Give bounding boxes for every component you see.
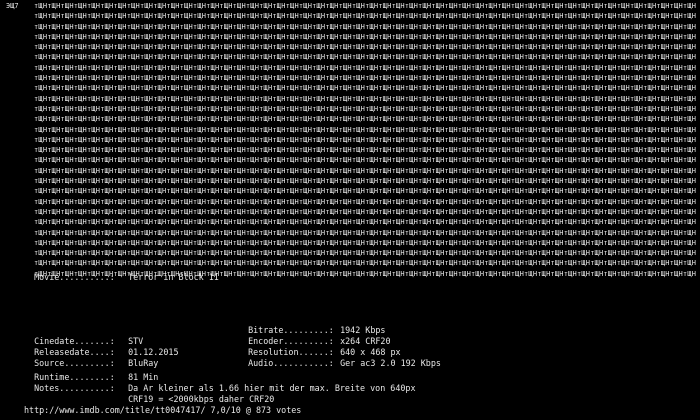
ascii-art-row: тЩНтЩНтЩНтЩНтЩНтЩНтЩНтЩНтЩНтЩНтЩНтЩНтЩНт… xyxy=(34,104,696,113)
ascii-art-line: тЩНтЩНтЩНтЩНтЩНтЩНтЩНтЩНтЩНтЩНтЩНтЩНтЩНт… xyxy=(6,12,696,21)
ascii-art-line: тЩНтЩНтЩНтЩНтЩНтЩНтЩНтЩНтЩНтЩНтЩНтЩНтЩНт… xyxy=(6,239,696,248)
ascii-art-line: тЩНтЩНтЩНтЩНтЩНтЩНтЩНтЩНтЩНтЩНтЩНтЩНтЩНт… xyxy=(6,198,696,207)
ascii-art-row: тЩНтЩНтЩНтЩНтЩНтЩНтЩНтЩНтЩНтЩНтЩНтЩНтЩНт… xyxy=(34,249,696,258)
ascii-art-row: тЩНтЩНтЩНтЩНтЩНтЩНтЩНтЩНтЩНтЩНтЩНтЩНтЩНт… xyxy=(34,2,696,10)
ascii-art-row: тЩНтЩНтЩНтЩНтЩНтЩНтЩНтЩНтЩНтЩНтЩНтЩНтЩНт… xyxy=(34,177,696,186)
ascii-art-row: тЩНтЩНтЩНтЩНтЩНтЩНтЩНтЩНтЩНтЩНтЩНтЩНтЩНт… xyxy=(34,238,696,247)
ascii-art-row: тЩНтЩНтЩНтЩНтЩНтЩНтЩНтЩНтЩНтЩНтЩНтЩНтЩНт… xyxy=(34,228,696,237)
ascii-art-row: тЩНтЩНтЩНтЩНтЩНтЩНтЩНтЩНтЩНтЩНтЩНтЩНтЩНт… xyxy=(34,43,696,52)
movie-value: Terror in Block 11 xyxy=(128,271,219,282)
ascii-art-prefix: ЭЩ7 xyxy=(6,2,19,11)
ascii-art-line: тЩНтЩНтЩНтЩНтЩНтЩНтЩНтЩНтЩНтЩНтЩНтЩНтЩНт… xyxy=(6,249,696,258)
ascii-art-row: тЩНтЩНтЩНтЩНтЩНтЩНтЩНтЩНтЩНтЩНтЩНтЩНтЩНт… xyxy=(34,12,696,21)
ascii-art-row: тЩНтЩНтЩНтЩНтЩНтЩНтЩНтЩНтЩНтЩНтЩНтЩНтЩНт… xyxy=(34,207,696,216)
ascii-art-row: тЩНтЩНтЩНтЩНтЩНтЩНтЩНтЩНтЩНтЩНтЩНтЩНтЩНт… xyxy=(34,94,696,103)
ascii-art-line: тЩНтЩНтЩНтЩНтЩНтЩНтЩНтЩНтЩНтЩНтЩНтЩНтЩНт… xyxy=(6,74,696,83)
ascii-art-line: тЩНтЩНтЩНтЩНтЩНтЩНтЩНтЩНтЩНтЩНтЩНтЩНтЩНт… xyxy=(6,187,696,196)
ascii-art-line: тЩНтЩНтЩНтЩНтЩНтЩНтЩНтЩНтЩНтЩНтЩНтЩНтЩНт… xyxy=(6,115,696,124)
ascii-art-line: тЩНтЩНтЩНтЩНтЩНтЩНтЩНтЩНтЩНтЩНтЩНтЩНтЩНт… xyxy=(6,53,696,62)
ascii-art-row: тЩНтЩНтЩНтЩНтЩНтЩНтЩНтЩНтЩНтЩНтЩНтЩНтЩНт… xyxy=(34,74,696,83)
ascii-art-row: тЩНтЩНтЩНтЩНтЩНтЩНтЩНтЩНтЩНтЩНтЩНтЩНтЩНт… xyxy=(34,218,696,227)
ascii-art-line: тЩНтЩНтЩНтЩНтЩНтЩНтЩНтЩНтЩНтЩНтЩНтЩНтЩНт… xyxy=(6,43,696,52)
ascii-art-row: тЩНтЩНтЩНтЩНтЩНтЩНтЩНтЩНтЩНтЩНтЩНтЩНтЩНт… xyxy=(34,84,696,93)
ascii-art-row: тЩНтЩНтЩНтЩНтЩНтЩНтЩНтЩНтЩНтЩНтЩНтЩНтЩНт… xyxy=(34,125,696,134)
ascii-art-row: тЩНтЩНтЩНтЩНтЩНтЩНтЩНтЩНтЩНтЩНтЩНтЩНтЩНт… xyxy=(34,32,696,41)
ascii-art-line: тЩНтЩНтЩНтЩНтЩНтЩНтЩНтЩНтЩНтЩНтЩНтЩНтЩНт… xyxy=(6,156,696,165)
ascii-art-line: тЩНтЩНтЩНтЩНтЩНтЩНтЩНтЩНтЩНтЩНтЩНтЩНтЩНт… xyxy=(6,167,696,176)
audio-label: Audio...........: xyxy=(248,357,334,368)
ascii-art-row: тЩНтЩНтЩНтЩНтЩНтЩНтЩНтЩНтЩНтЩНтЩНтЩНтЩНт… xyxy=(34,22,696,31)
movie-line: Movie..........: Terror in Block 11 xyxy=(24,261,219,282)
ascii-art-block: ЭЩ7 тЩНтЩНтЩНтЩНтЩНтЩНтЩНтЩНтЩНтЩНтЩНтЩНт… xyxy=(6,2,696,278)
ascii-art-line: тЩНтЩНтЩНтЩНтЩНтЩНтЩНтЩНтЩНтЩНтЩНтЩНтЩНт… xyxy=(6,84,696,93)
ascii-art-row: тЩНтЩНтЩНтЩНтЩНтЩНтЩНтЩНтЩНтЩНтЩНтЩНтЩНт… xyxy=(34,146,696,155)
ascii-art-row: тЩНтЩНтЩНтЩНтЩНтЩНтЩНтЩНтЩНтЩНтЩНтЩНтЩНт… xyxy=(34,156,696,165)
ascii-art-row: тЩНтЩНтЩНтЩНтЩНтЩНтЩНтЩНтЩНтЩНтЩНтЩНтЩНт… xyxy=(34,53,696,62)
ascii-art-row: тЩНтЩНтЩНтЩНтЩНтЩНтЩНтЩНтЩНтЩНтЩНтЩНтЩНт… xyxy=(34,166,696,175)
ascii-art-line: тЩНтЩНтЩНтЩНтЩНтЩНтЩНтЩНтЩНтЩНтЩНтЩНтЩНт… xyxy=(6,229,696,238)
ascii-art-row: тЩНтЩНтЩНтЩНтЩНтЩНтЩНтЩНтЩНтЩНтЩНтЩНтЩНт… xyxy=(34,135,696,144)
movie-label: Movie..........: xyxy=(34,271,115,282)
ascii-art-row: тЩНтЩНтЩНтЩНтЩНтЩНтЩНтЩНтЩНтЩНтЩНтЩНтЩНт… xyxy=(34,197,696,206)
ascii-art-line: тЩНтЩНтЩНтЩНтЩНтЩНтЩНтЩНтЩНтЩНтЩНтЩНтЩНт… xyxy=(6,126,696,135)
ascii-art-line: тЩНтЩНтЩНтЩНтЩНтЩНтЩНтЩНтЩНтЩНтЩНтЩНтЩНт… xyxy=(6,136,696,145)
ascii-art-line: тЩНтЩНтЩНтЩНтЩНтЩНтЩНтЩНтЩНтЩНтЩНтЩНтЩНт… xyxy=(6,64,696,73)
ascii-art-line: тЩНтЩНтЩНтЩНтЩНтЩНтЩНтЩНтЩНтЩНтЩНтЩНтЩНт… xyxy=(6,23,696,32)
ascii-art-line: тЩНтЩНтЩНтЩНтЩНтЩНтЩНтЩНтЩНтЩНтЩНтЩНтЩНт… xyxy=(6,177,696,186)
ascii-art-row: тЩНтЩНтЩНтЩНтЩНтЩНтЩНтЩНтЩНтЩНтЩНтЩНтЩНт… xyxy=(34,115,696,124)
notes-continued-line: CRF19 = <2000kbps daher CRF20 xyxy=(24,383,274,404)
ascii-art-row: тЩНтЩНтЩНтЩНтЩНтЩНтЩНтЩНтЩНтЩНтЩНтЩНтЩНт… xyxy=(34,63,696,72)
notes-continued-value: CRF19 = <2000kbps daher CRF20 xyxy=(128,393,275,404)
ascii-art-line: тЩНтЩНтЩНтЩНтЩНтЩНтЩНтЩНтЩНтЩНтЩНтЩНтЩНт… xyxy=(6,208,696,217)
ascii-art-line: ЭЩ7 тЩНтЩНтЩНтЩНтЩНтЩНтЩНтЩНтЩНтЩНтЩНтЩНт… xyxy=(6,2,696,11)
ascii-art-row: тЩНтЩНтЩНтЩНтЩНтЩНтЩНтЩНтЩНтЩНтЩНтЩНтЩНт… xyxy=(34,187,696,196)
imdb-link[interactable]: http://www.imdb.com/title/tt0047417/ 7,0… xyxy=(24,405,301,416)
audio-value: Ger ac3 2.0 192 Kbps xyxy=(340,357,441,368)
ascii-art-line: тЩНтЩНтЩНтЩНтЩНтЩНтЩНтЩНтЩНтЩНтЩНтЩНтЩНт… xyxy=(6,95,696,104)
ascii-art-line: тЩНтЩНтЩНтЩНтЩНтЩНтЩНтЩНтЩНтЩНтЩНтЩНтЩНт… xyxy=(6,218,696,227)
audio-line: Audio...........: Ger ac3 2.0 192 Kbps xyxy=(238,347,441,368)
ascii-art-line: тЩНтЩНтЩНтЩНтЩНтЩНтЩНтЩНтЩНтЩНтЩНтЩНтЩНт… xyxy=(6,146,696,155)
ascii-art-line: тЩНтЩНтЩНтЩНтЩНтЩНтЩНтЩНтЩНтЩНтЩНтЩНтЩНт… xyxy=(6,105,696,114)
ascii-art-line: тЩНтЩНтЩНтЩНтЩНтЩНтЩНтЩНтЩНтЩНтЩНтЩНтЩНт… xyxy=(6,33,696,42)
